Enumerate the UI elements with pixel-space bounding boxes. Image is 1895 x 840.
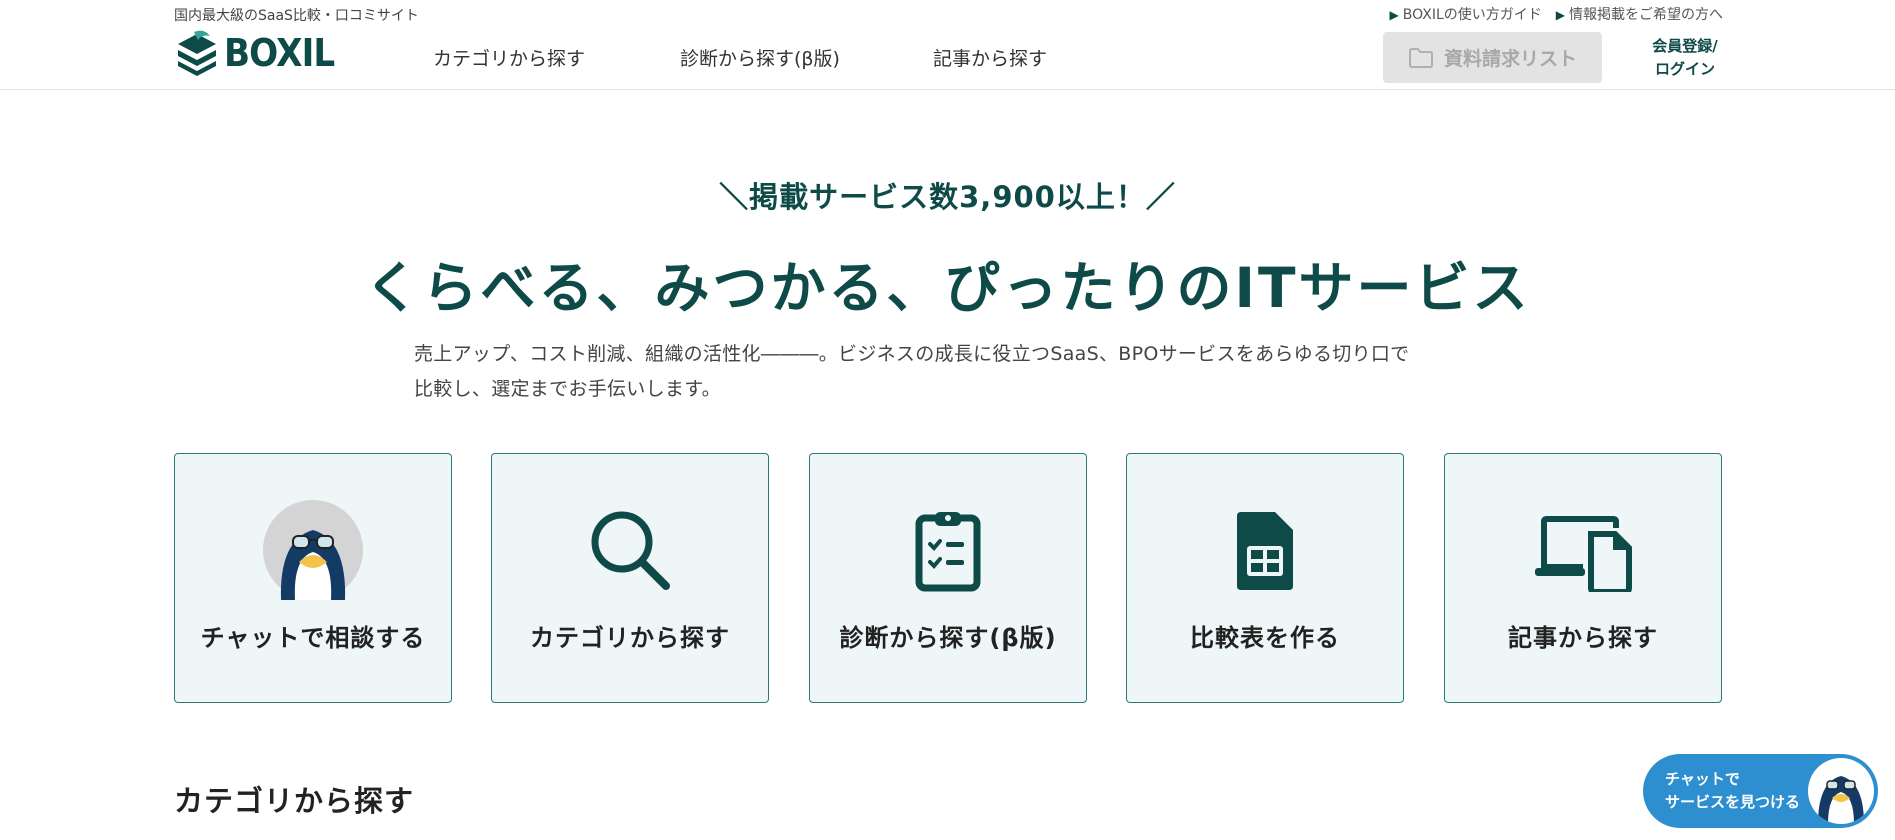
triangle-icon: ▶: [1389, 8, 1399, 22]
spreadsheet-file-icon: [1237, 512, 1293, 590]
request-list-button[interactable]: 資料請求リスト: [1383, 32, 1602, 83]
section-title-category: カテゴリから探す: [174, 784, 415, 818]
penguin-avatar-icon: [1808, 758, 1874, 824]
card-category-search[interactable]: カテゴリから探す: [491, 453, 769, 703]
boxil-logo[interactable]: BOXIL: [174, 30, 347, 76]
card-chat-consult[interactable]: チャットで相談する: [174, 453, 452, 703]
search-icon: [591, 511, 670, 590]
boxil-logo-icon: [178, 30, 216, 76]
chat-find-service-button[interactable]: チャットで サービスを見つける: [1643, 754, 1878, 828]
request-list-label: 資料請求リスト: [1443, 48, 1577, 70]
penguin-avatar-icon: [263, 500, 363, 600]
hero-headline: くらべる、みつかる、ぴったりのITサービス: [364, 256, 1531, 320]
nav-category[interactable]: カテゴリから探す: [433, 44, 585, 71]
login-link[interactable]: 会員登録/ ログイン: [1640, 35, 1730, 81]
nav-articles[interactable]: 記事から探す: [933, 44, 1047, 71]
site-header: 国内最大級のSaaS比較・口コミサイト BOXIL カテゴリから探す 診断から探…: [0, 0, 1895, 90]
card-diagnosis-search[interactable]: 診断から探す(β版): [809, 453, 1087, 703]
listing-inquiry-link[interactable]: ▶ 情報掲載をご希望の方へ: [1556, 4, 1723, 24]
top-links: ▶ BOXILの使い方ガイド ▶ 情報掲載をご希望の方へ: [1390, 4, 1723, 24]
card-label: カテゴリから探す: [530, 624, 730, 652]
card-article-search[interactable]: 記事から探す: [1444, 453, 1722, 703]
triangle-icon: ▶: [1555, 8, 1565, 22]
service-count-badge: ＼掲載サービス数3,900以上！／: [711, 175, 1184, 219]
card-label: 比較表を作る: [1190, 624, 1340, 652]
feature-cards: チャットで相談する カテゴリから探す 診断から探す(β版) 比較表を作る 記事か…: [174, 453, 1722, 703]
service-count-badge-wrap: ＼掲載サービス数3,900以上！／: [0, 175, 1895, 219]
logo-text: BOXIL: [224, 31, 335, 75]
usage-guide-link[interactable]: ▶ BOXILの使い方ガイド: [1390, 4, 1542, 24]
hero-lead: 売上アップ、コスト削減、組織の活性化―――。ビジネスの成長に役立つSaaS、BP…: [414, 343, 1410, 400]
card-comparison-table[interactable]: 比較表を作る: [1126, 453, 1404, 703]
nav-diagnosis[interactable]: 診断から探す(β版): [680, 44, 840, 71]
card-label: 記事から探す: [1508, 624, 1658, 652]
site-tagline: 国内最大級のSaaS比較・口コミサイト: [174, 8, 419, 24]
folder-icon: [1408, 47, 1433, 68]
card-label: 診断から探す(β版): [839, 624, 1057, 652]
card-label: チャットで相談する: [200, 624, 426, 652]
clipboard-checklist-icon: [915, 512, 981, 592]
devices-icon: [1535, 516, 1632, 592]
